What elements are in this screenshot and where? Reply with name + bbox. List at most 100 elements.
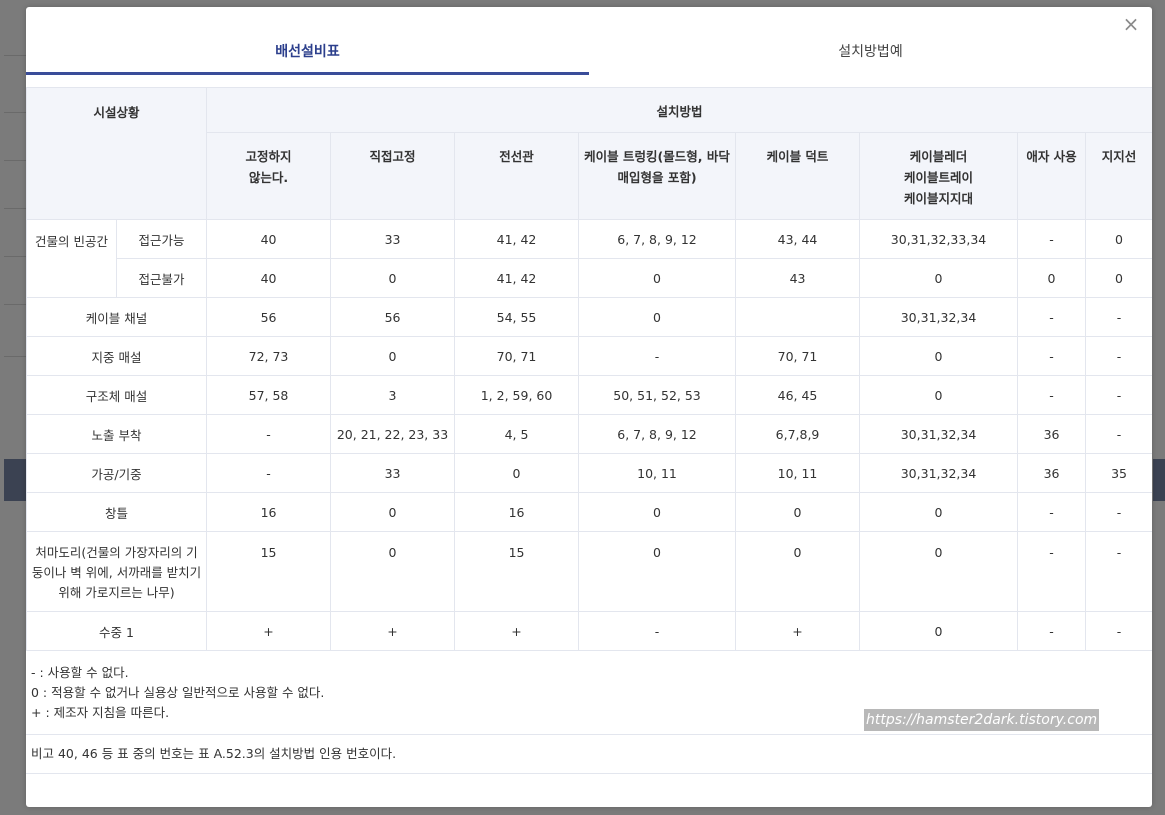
column-header: 케이블 덕트 <box>735 132 861 220</box>
note-line: - : 사용할 수 없다. <box>31 665 129 680</box>
table-cell: 0 <box>330 336 456 376</box>
table-cell: - <box>1017 336 1087 376</box>
wiring-table: 시설상황 설치방법 고정하지 않는다. 직접고정 전선관 케이블 트렁킹(몰드형,… <box>26 87 1152 651</box>
table-row: 건물의 빈공간 접근가능 40 33 41, 42 6, 7, 8, 9, 12… <box>26 219 1152 298</box>
background-page-left <box>0 0 26 815</box>
table-cell: 0 <box>859 611 1019 651</box>
table-cell: 0 <box>1017 258 1087 298</box>
table-row: 수중 1 + + + - + 0 - - <box>26 611 1152 651</box>
table-cell: 16 <box>206 492 332 532</box>
table-cell: 40 <box>206 219 332 259</box>
row-sub-label: 접근불가 <box>115 258 208 298</box>
column-header: 애자 사용 <box>1017 132 1087 220</box>
tab-installation-examples[interactable]: 설치방법예 <box>589 7 1152 75</box>
table-cell: + <box>454 611 580 651</box>
table-cell: 0 <box>578 297 737 337</box>
table-cell: - <box>206 453 332 493</box>
table-cell: 70, 71 <box>735 336 861 376</box>
table-cell: 0 <box>859 336 1019 376</box>
tab-wiring-table[interactable]: 배선설비표 <box>26 7 589 75</box>
row-label: 지중 매설 <box>26 336 208 376</box>
table-cell: - <box>1017 375 1087 415</box>
row-group-label: 건물의 빈공간 <box>26 219 117 298</box>
table-cell: 0 <box>330 258 456 298</box>
table-cell: 33 <box>330 219 456 259</box>
table-cell: 0 <box>735 531 861 612</box>
row-label: 가공/기중 <box>26 453 208 493</box>
table-cell: 0 <box>859 375 1019 415</box>
table-cell: - <box>1085 375 1152 415</box>
header-situation: 시설상황 <box>26 87 208 220</box>
table-cell: 57, 58 <box>206 375 332 415</box>
note-line: + : 제조자 지침을 따른다. <box>31 705 170 720</box>
table-cell: 0 <box>578 492 737 532</box>
table-cell: 56 <box>206 297 332 337</box>
table-cell: 15 <box>454 531 580 612</box>
table-cell: 4, 5 <box>454 414 580 454</box>
table-cell: - <box>1017 611 1087 651</box>
table-cell: 72, 73 <box>206 336 332 376</box>
table-cell: 6, 7, 8, 9, 12 <box>578 219 737 259</box>
row-label: 구조체 매설 <box>26 375 208 415</box>
table-cell: 1, 2, 59, 60 <box>454 375 580 415</box>
background-page-right <box>1153 0 1165 815</box>
table-cell: 0 <box>1085 258 1152 298</box>
table-cell: 15 <box>206 531 332 612</box>
table-row: 케이블 채널 56 56 54, 55 0 30,31,32,34 - - <box>26 297 1152 337</box>
column-header: 케이블 트렁킹(몰드형, 바닥 매입형을 포함) <box>578 132 737 220</box>
table-cell: - <box>206 414 332 454</box>
table-cell: 0 <box>735 492 861 532</box>
table-cell: - <box>1085 414 1152 454</box>
table-cell: 0 <box>578 531 737 612</box>
table-cell: 30,31,32,33,34 <box>859 219 1019 259</box>
table-cell: 40 <box>206 258 332 298</box>
table-cell: 10, 11 <box>735 453 861 493</box>
active-tab-indicator <box>26 72 589 75</box>
table-cell: - <box>1085 531 1152 612</box>
table-cell: 0 <box>1085 219 1152 259</box>
note-line: 0 : 적용할 수 없거나 실용상 일반적으로 사용할 수 없다. <box>31 685 325 700</box>
row-label: 처마도리(건물의 가장자리의 기 둥이나 벽 위에, 서까래를 받치기 위해 가… <box>26 531 208 612</box>
table-cell <box>735 297 861 337</box>
table-cell: 46, 45 <box>735 375 861 415</box>
table-cell: 30,31,32,34 <box>859 453 1019 493</box>
table-cell: 56 <box>330 297 456 337</box>
column-header: 지지선 <box>1085 132 1152 220</box>
table-row: 접근불가 40 0 41, 42 0 43 0 0 0 <box>27 258 1152 298</box>
row-label: 창틀 <box>26 492 208 532</box>
table-cell: 6, 7, 8, 9, 12 <box>578 414 737 454</box>
table-cell: 43, 44 <box>735 219 861 259</box>
table-cell: 30,31,32,34 <box>859 414 1019 454</box>
table-cell: 54, 55 <box>454 297 580 337</box>
table-row: 지중 매설 72, 73 0 70, 71 - 70, 71 0 - - <box>26 336 1152 376</box>
table-cell: - <box>1085 336 1152 376</box>
table-cell: 0 <box>330 531 456 612</box>
column-header: 고정하지 않는다. <box>206 132 332 220</box>
tab-bar: 배선설비표 설치방법예 <box>26 7 1152 77</box>
column-header: 전선관 <box>454 132 580 220</box>
table-cell: 0 <box>859 531 1019 612</box>
table-cell: - <box>1017 492 1087 532</box>
table-cell: - <box>578 611 737 651</box>
header-method: 설치방법 <box>206 87 1152 133</box>
table-cell: - <box>1085 611 1152 651</box>
table-cell: - <box>1017 531 1087 612</box>
table-cell: + <box>330 611 456 651</box>
table-row: 구조체 매설 57, 58 3 1, 2, 59, 60 50, 51, 52,… <box>26 375 1152 415</box>
table-cell: 6,7,8,9 <box>735 414 861 454</box>
table-cell: 16 <box>454 492 580 532</box>
remark-text: 비고 40, 46 등 표 중의 번호는 표 A.52.3의 설치방법 인용 번… <box>31 746 397 761</box>
table-cell: 0 <box>578 258 737 298</box>
row-label: 노출 부착 <box>26 414 208 454</box>
table-cell: 30,31,32,34 <box>859 297 1019 337</box>
row-label: 케이블 채널 <box>26 297 208 337</box>
table-cell: 10, 11 <box>578 453 737 493</box>
table-cell: 36 <box>1017 414 1087 454</box>
table-cell: 3 <box>330 375 456 415</box>
table-cell: 0 <box>330 492 456 532</box>
table-cell: 41, 42 <box>454 219 580 259</box>
table-cell: - <box>1017 297 1087 337</box>
column-header: 케이블레더 케이블트레이 케이블지지대 <box>859 132 1019 220</box>
table-cell: + <box>206 611 332 651</box>
table-cell: - <box>1085 492 1152 532</box>
